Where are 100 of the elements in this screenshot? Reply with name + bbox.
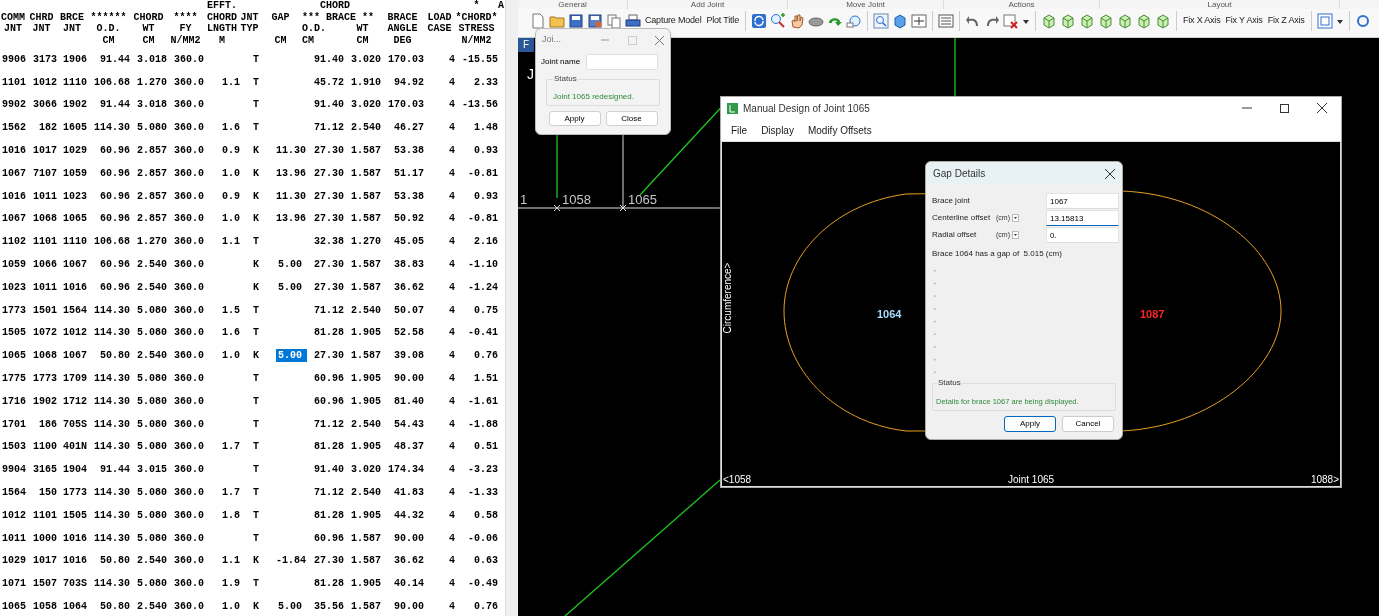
fit-icon[interactable] xyxy=(910,13,927,29)
table-cell-text: 0.58 xyxy=(474,508,498,523)
table-cell-text: 360.0 xyxy=(174,508,204,523)
column-header: * xyxy=(473,0,480,12)
table-cell-text: 71.12 xyxy=(314,486,344,501)
input-field[interactable] xyxy=(586,54,659,70)
column-header: N/MM2 xyxy=(170,34,201,46)
close-icon[interactable] xyxy=(1105,168,1115,179)
table-cell-text: T xyxy=(253,372,259,387)
column-header: TYP xyxy=(240,23,259,35)
toolbar-button[interactable]: Fix Z Axis xyxy=(1266,14,1306,28)
column-header: COMM xyxy=(1,11,25,23)
cube-icon[interactable] xyxy=(1097,13,1114,29)
table-cell-text: 1.1 xyxy=(222,75,240,90)
table-cell-text: T xyxy=(253,75,259,90)
view-tab[interactable]: F xyxy=(518,38,534,52)
menu-item[interactable]: Display xyxy=(761,122,794,138)
zoom-window-icon[interactable] xyxy=(845,13,862,29)
table-cell-text: 360.0 xyxy=(174,52,204,67)
cube-icon[interactable] xyxy=(1078,13,1095,29)
cube-icon[interactable] xyxy=(1154,13,1171,29)
cube-icon[interactable] xyxy=(1116,13,1133,29)
printer-icon[interactable] xyxy=(625,13,641,29)
table-cell-text: 3.018 xyxy=(137,52,167,67)
input-field[interactable]: 0. xyxy=(1046,227,1119,243)
table-cell-text: 1902 xyxy=(63,98,87,113)
menu-item[interactable]: File xyxy=(731,122,748,138)
cube-icon[interactable] xyxy=(891,13,908,29)
table-cell-text: 1023 xyxy=(2,280,26,295)
table-cell-text: T xyxy=(253,303,259,318)
zoom-in-icon[interactable] xyxy=(769,13,786,29)
maximize-icon[interactable] xyxy=(1280,103,1289,113)
table-cell-text: 5.080 xyxy=(137,440,167,455)
document-icon[interactable] xyxy=(530,13,546,29)
cube-icon[interactable] xyxy=(1135,13,1152,29)
table-cell-text: 5.080 xyxy=(137,394,167,409)
table-cell-text: 1773 xyxy=(2,303,26,318)
table-cell-text: 5.080 xyxy=(137,577,167,592)
gap-message: Brace 1064 has a gap of 5.015 (cm) xyxy=(931,248,1063,260)
table-cell-text: T xyxy=(253,121,259,136)
save-as-icon[interactable] xyxy=(587,13,603,29)
table-cell-text: 60.96 xyxy=(314,394,344,409)
table-cell-text: 2.857 xyxy=(137,212,167,227)
table-cell-text: 2.540 xyxy=(137,280,167,295)
table-cell-text: -0.81 xyxy=(468,212,498,227)
save-icon[interactable] xyxy=(568,13,584,29)
toolbar-button[interactable]: Fix X Axis xyxy=(1181,14,1222,28)
table-cell-text: 1101 xyxy=(33,508,57,523)
table-cell-text: 90.00 xyxy=(394,531,424,546)
dialog-button[interactable]: Close xyxy=(605,111,658,126)
table-cell-text: 1.270 xyxy=(351,235,381,250)
table-cell-text: 46.27 xyxy=(394,121,424,136)
toolbar-button[interactable]: Fix Y Axis xyxy=(1224,14,1264,28)
table-cell-text: K xyxy=(253,212,259,227)
table-cell-text: K xyxy=(253,554,259,569)
table-cell-text: 4 xyxy=(449,235,455,250)
delete-icon[interactable] xyxy=(1002,13,1019,29)
table-cell-text: 3173 xyxy=(33,52,57,67)
column-header: CM xyxy=(102,34,115,46)
dropdown-icon[interactable] xyxy=(1012,214,1019,222)
table-cell-text: 4 xyxy=(449,303,455,318)
hand-icon[interactable] xyxy=(788,13,805,29)
table-cell-text: 4 xyxy=(449,440,455,455)
cube-icon[interactable] xyxy=(1040,13,1057,29)
dialog-button[interactable]: Cancel xyxy=(1062,416,1114,432)
dropdown-icon[interactable] xyxy=(1012,231,1019,239)
cube-icon[interactable] xyxy=(1059,13,1076,29)
column-header: CM xyxy=(302,34,314,46)
table-cell-text: 1011 xyxy=(33,189,57,204)
table-cell[interactable]: 5.00 xyxy=(276,349,307,363)
table-cell-text: 48.37 xyxy=(394,440,424,455)
table-cell-text: 1068 xyxy=(33,212,57,227)
column-header: GAP xyxy=(271,11,290,23)
input-field[interactable]: 13.15813 xyxy=(1046,210,1119,226)
table-cell-text: 1.8 xyxy=(222,508,240,523)
scrollbar-track[interactable] xyxy=(505,0,518,616)
table-cell-text: -1.24 xyxy=(468,280,498,295)
zoom-icon[interactable] xyxy=(872,13,889,29)
table-cell-text: 1.51 xyxy=(474,372,498,387)
table-cell-text: -15.55 xyxy=(462,52,498,67)
table-cell-text: 360.0 xyxy=(174,486,204,501)
close-icon[interactable] xyxy=(1317,103,1327,113)
dialog-button[interactable]: Apply xyxy=(548,111,601,126)
menu-item[interactable]: Modify Offsets xyxy=(807,122,872,138)
table-cell-text: 2.857 xyxy=(137,189,167,204)
toolbar-button[interactable]: Capture Model xyxy=(644,14,703,28)
list-icon[interactable] xyxy=(937,13,954,29)
input-field[interactable]: 1067 xyxy=(1046,193,1119,209)
table-cell-text: 1067 xyxy=(63,349,87,364)
table-cell-text: 1065 xyxy=(63,212,87,227)
table-cell-text: 1067 xyxy=(2,212,26,227)
table-cell-text: 4 xyxy=(449,121,455,136)
table-cell-text: 114.30 xyxy=(94,303,130,318)
table-cell-text: 1.9 xyxy=(222,577,240,592)
table-cell-text: 60.96 xyxy=(100,212,130,227)
dialog-button[interactable]: Apply xyxy=(1004,416,1056,432)
table-cell-text: T xyxy=(253,235,259,250)
table-cell-text: K xyxy=(253,280,259,295)
toolbar-button[interactable]: Plot Title xyxy=(705,14,740,28)
refresh-icon[interactable] xyxy=(750,13,767,29)
